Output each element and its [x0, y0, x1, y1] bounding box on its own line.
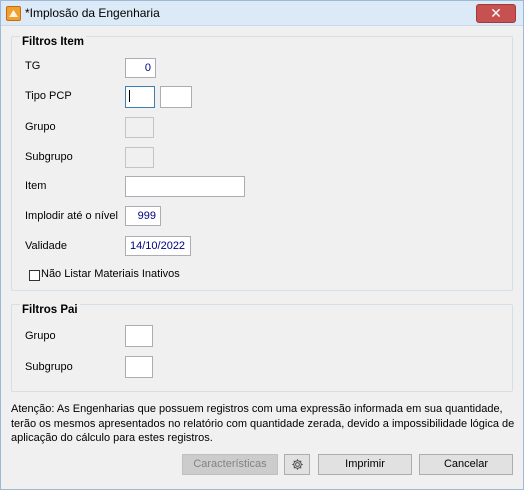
item-field[interactable] [125, 176, 245, 197]
nao-listar-checkbox[interactable] [29, 270, 40, 281]
pai-subgrupo-field[interactable] [125, 356, 153, 378]
subgrupo-field [125, 147, 154, 168]
grupo-field [125, 117, 154, 138]
window-title: *Implosão da Engenharia [25, 6, 160, 20]
tipo-pcp-description-field[interactable] [160, 86, 192, 108]
tg-label: TG [25, 60, 41, 72]
grupo-label: Grupo [25, 121, 56, 133]
tipo-pcp-label: Tipo PCP [25, 90, 72, 102]
filtros-item-group: Filtros Item TG 0 Tipo PCP Grupo Subgrup… [11, 36, 513, 291]
pai-grupo-field[interactable] [125, 325, 153, 347]
filtros-item-title: Filtros Item [20, 36, 86, 48]
filtros-pai-title: Filtros Pai [20, 304, 80, 316]
close-button[interactable]: ✕ [476, 4, 516, 23]
tg-field[interactable]: 0 [125, 58, 156, 78]
implodir-label: Implodir até o nível [25, 210, 118, 222]
validade-label: Validade [25, 240, 67, 252]
pai-subgrupo-label: Subgrupo [25, 361, 73, 373]
tipo-pcp-field[interactable] [125, 86, 155, 108]
attention-notice: Atenção: As Engenharias que possuem regi… [11, 403, 515, 444]
close-icon: ✕ [490, 5, 502, 21]
app-icon [6, 6, 21, 21]
dialog-content: Filtros Item TG 0 Tipo PCP Grupo Subgrup… [1, 26, 523, 489]
imprimir-button[interactable]: Imprimir [318, 454, 412, 475]
filtros-pai-group: Filtros Pai Grupo Subgrupo [11, 304, 513, 392]
implodir-nivel-field[interactable]: 999 [125, 206, 161, 226]
validade-date-field[interactable]: 14/10/2022 [125, 236, 191, 256]
gear-icon [291, 459, 303, 470]
text-caret [129, 90, 130, 102]
pai-grupo-label: Grupo [25, 330, 56, 342]
subgrupo-label: Subgrupo [25, 151, 73, 163]
nao-listar-label[interactable]: Não Listar Materiais Inativos [41, 268, 180, 280]
item-label: Item [25, 180, 47, 192]
title-bar[interactable]: *Implosão da Engenharia ✕ [1, 1, 523, 26]
settings-button[interactable] [284, 454, 310, 475]
cancelar-button[interactable]: Cancelar [419, 454, 513, 475]
dialog-window: *Implosão da Engenharia ✕ Filtros Item T… [0, 0, 524, 490]
caracteristicas-button[interactable]: Características [182, 454, 278, 475]
